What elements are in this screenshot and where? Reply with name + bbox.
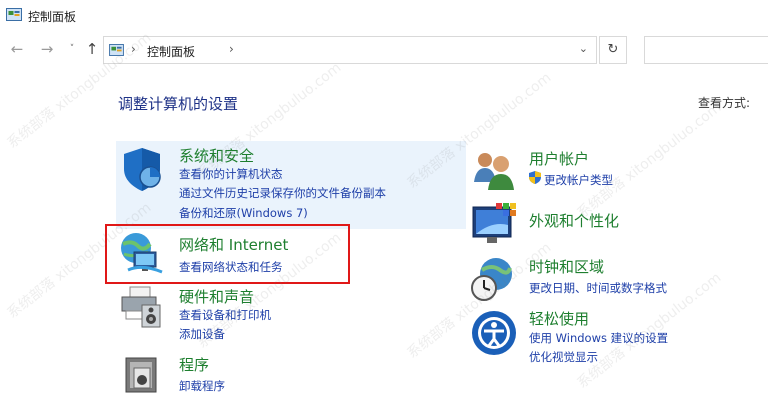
ease-of-access-icon [472, 311, 516, 355]
programs-icon [125, 357, 157, 393]
breadcrumb-separator-icon[interactable]: › [131, 42, 136, 56]
link-view-computer-status[interactable]: 查看你的计算机状态 [179, 166, 283, 182]
category-name[interactable]: 外观和个性化 [529, 210, 619, 231]
link-change-account-type[interactable]: 更改帐户类型 [544, 172, 613, 188]
category-name[interactable]: 系统和安全 [179, 145, 254, 166]
users-icon [474, 153, 514, 190]
link-backup-restore[interactable]: 备份和还原(Windows 7) [179, 205, 308, 221]
address-bar[interactable]: › 控制面板 › ⌄ [103, 36, 597, 64]
link-recommended-settings[interactable]: 使用 Windows 建议的设置 [529, 330, 668, 346]
page-title: 调整计算机的设置 [118, 95, 239, 113]
link-devices-printers[interactable]: 查看设备和打印机 [179, 307, 271, 323]
breadcrumb-control-panel[interactable]: 控制面板 [147, 43, 195, 60]
link-add-device[interactable]: 添加设备 [179, 326, 225, 342]
category-name[interactable]: 程序 [179, 354, 209, 375]
search-input[interactable] [644, 36, 768, 64]
category-name[interactable]: 时钟和区域 [529, 256, 604, 277]
up-arrow-icon[interactable]: ↑ [83, 40, 101, 58]
clock-globe-icon [471, 258, 512, 301]
window-title: 控制面板 [28, 10, 77, 24]
shield-icon [124, 148, 161, 191]
category-name[interactable]: 硬件和声音 [179, 286, 254, 307]
forward-arrow-icon[interactable]: → [38, 40, 56, 58]
link-optimize-display[interactable]: 优化视觉显示 [529, 349, 598, 365]
control-panel-icon [6, 8, 22, 21]
uac-shield-icon [529, 171, 541, 184]
link-uninstall-program[interactable]: 卸载程序 [179, 378, 225, 394]
category-name[interactable]: 轻松使用 [529, 308, 589, 329]
navigation-bar: ← → ˅ ↑ › 控制面板 › ⌄ ↻ [0, 34, 768, 66]
appearance-monitor-icon [472, 203, 516, 243]
highlight-annotation [105, 224, 350, 284]
watermark: 系统部落 xitongbuluo.com [574, 99, 725, 222]
control-panel-icon [109, 44, 124, 56]
refresh-button[interactable]: ↻ [599, 36, 627, 64]
link-file-history[interactable]: 通过文件历史记录保存你的文件备份副本 [179, 185, 386, 201]
recent-locations-chevron-icon[interactable]: ˅ [63, 40, 81, 58]
title-bar: 控制面板 [0, 0, 768, 32]
breadcrumb-chevron-icon[interactable]: › [229, 42, 234, 56]
back-arrow-icon[interactable]: ← [8, 40, 26, 58]
view-by-label[interactable]: 查看方式: [698, 94, 750, 111]
address-dropdown-icon[interactable]: ⌄ [579, 42, 588, 55]
category-name[interactable]: 用户帐户 [529, 148, 589, 169]
printer-icon [121, 286, 161, 328]
link-change-date-time[interactable]: 更改日期、时间或数字格式 [529, 280, 667, 296]
